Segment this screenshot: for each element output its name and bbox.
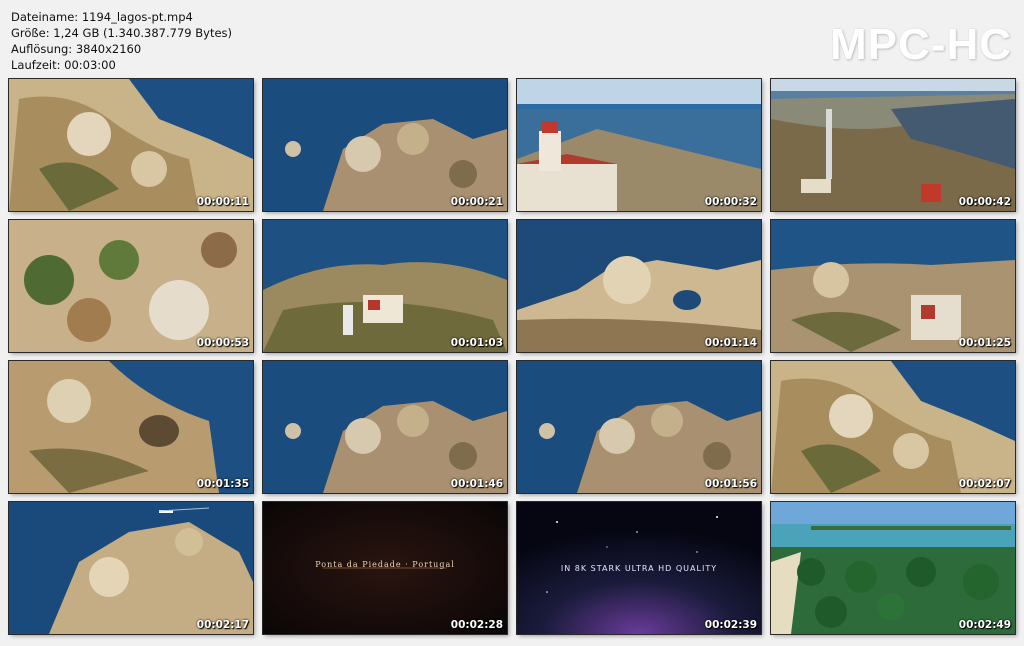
filesize-text: Größe: 1,24 GB (1.340.387.779 Bytes) [11, 26, 233, 40]
timestamp-label: 00:00:32 [704, 196, 757, 208]
thumbnail-image [771, 79, 1015, 211]
timestamp-label: 00:01:14 [704, 337, 757, 349]
video-thumbnail: Ponta da Piedade · Portugal 00:02:28 [263, 502, 507, 634]
video-thumbnail: 00:01:03 [263, 220, 507, 352]
thumbnail-image [771, 502, 1015, 634]
timestamp-label: 00:01:56 [704, 478, 757, 490]
thumbnail-grid: 00:00:11 00:00:21 00:00:32 00:00:42 00:0… [9, 79, 1015, 634]
timestamp-label: 00:00:21 [450, 196, 503, 208]
thumbnail-image [9, 502, 253, 634]
timestamp-label: 00:02:28 [450, 619, 503, 631]
thumbnail-image [771, 220, 1015, 352]
timestamp-label: 00:00:42 [958, 196, 1011, 208]
timestamp-label: 00:01:25 [958, 337, 1011, 349]
video-thumbnail: 00:02:07 [771, 361, 1015, 493]
thumbnail-image [9, 220, 253, 352]
video-thumbnail: 00:01:35 [9, 361, 253, 493]
video-thumbnail: 00:01:56 [517, 361, 761, 493]
thumbnail-image [9, 361, 253, 493]
thumbnail-image [771, 361, 1015, 493]
thumbnail-image [9, 79, 253, 211]
video-thumbnail: 00:00:53 [9, 220, 253, 352]
thumbnail-image [517, 361, 761, 493]
video-thumbnail: 00:00:32 [517, 79, 761, 211]
timestamp-label: 00:01:35 [196, 478, 249, 490]
mpc-hc-logo: MPC-HC [830, 20, 1012, 69]
video-thumbnail: 00:01:25 [771, 220, 1015, 352]
timestamp-label: 00:02:17 [196, 619, 249, 631]
thumbnail-image [517, 220, 761, 352]
timestamp-label: 00:00:53 [196, 337, 249, 349]
filename-text: Dateiname: 1194_lagos-pt.mp4 [11, 10, 193, 24]
duration-text: Laufzeit: 00:03:00 [11, 58, 116, 72]
video-thumbnail: 00:01:46 [263, 361, 507, 493]
timestamp-label: 00:01:46 [450, 478, 503, 490]
thumbnail-image [263, 361, 507, 493]
file-info: Dateiname: 1194_lagos-pt.mp4 Größe: 1,24… [11, 9, 232, 73]
video-thumbnail: 00:00:42 [771, 79, 1015, 211]
resolution-text: Auflösung: 3840x2160 [11, 42, 142, 56]
video-thumbnail: 00:00:11 [9, 79, 253, 211]
timestamp-label: 00:02:49 [958, 619, 1011, 631]
video-thumbnail: 00:01:14 [517, 220, 761, 352]
thumbnail-image [263, 220, 507, 352]
video-thumbnail: 00:00:21 [263, 79, 507, 211]
thumbnail-image [263, 79, 507, 211]
video-thumbnail: IN 8K STARK ULTRA HD QUALITY 00:02:39 [517, 502, 761, 634]
timestamp-label: 00:02:39 [704, 619, 757, 631]
timestamp-label: 00:01:03 [450, 337, 503, 349]
video-thumbnail: 00:02:17 [9, 502, 253, 634]
thumbnail-image [517, 79, 761, 211]
thumbnail-caption: IN 8K STARK ULTRA HD QUALITY [560, 564, 718, 573]
timestamp-label: 00:02:07 [958, 478, 1011, 490]
video-thumbnail: 00:02:49 [771, 502, 1015, 634]
timestamp-label: 00:00:11 [196, 196, 249, 208]
thumbnail-caption: Ponta da Piedade · Portugal [315, 560, 455, 569]
